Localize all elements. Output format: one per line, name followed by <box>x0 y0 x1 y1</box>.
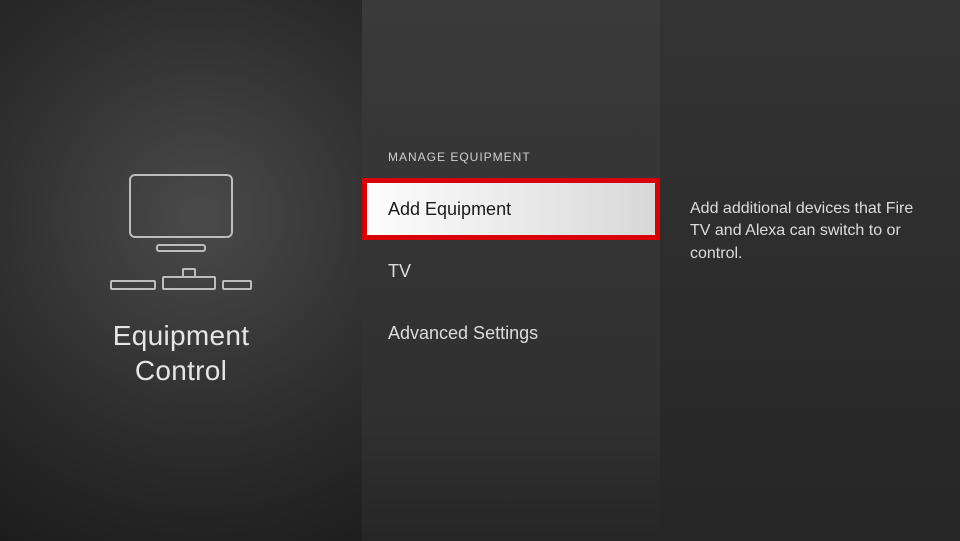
menu-item-label: TV <box>388 261 411 282</box>
page-title-line1: Equipment <box>113 320 250 351</box>
menu-item-add-equipment[interactable]: Add Equipment <box>362 178 660 240</box>
equipment-control-icon <box>110 174 252 290</box>
devices-row-icon <box>110 268 252 290</box>
detail-panel: Add additional devices that Fire TV and … <box>660 0 960 541</box>
page-title-line2: Control <box>135 355 227 386</box>
menu-panel: MANAGE EQUIPMENT Add Equipment TV Advanc… <box>362 0 660 541</box>
description-text: Add additional devices that Fire TV and … <box>690 198 930 265</box>
section-header: MANAGE EQUIPMENT <box>362 150 660 178</box>
menu-item-label: Add Equipment <box>388 199 511 220</box>
page-title: Equipment Control <box>113 318 250 388</box>
menu-item-tv[interactable]: TV <box>362 240 660 302</box>
left-panel: Equipment Control <box>0 0 362 541</box>
tv-stand-icon <box>156 244 206 252</box>
tv-screen-icon <box>129 174 233 238</box>
menu-item-label: Advanced Settings <box>388 323 538 344</box>
menu-item-advanced-settings[interactable]: Advanced Settings <box>362 302 660 364</box>
settings-screen: Equipment Control MANAGE EQUIPMENT Add E… <box>0 0 960 541</box>
